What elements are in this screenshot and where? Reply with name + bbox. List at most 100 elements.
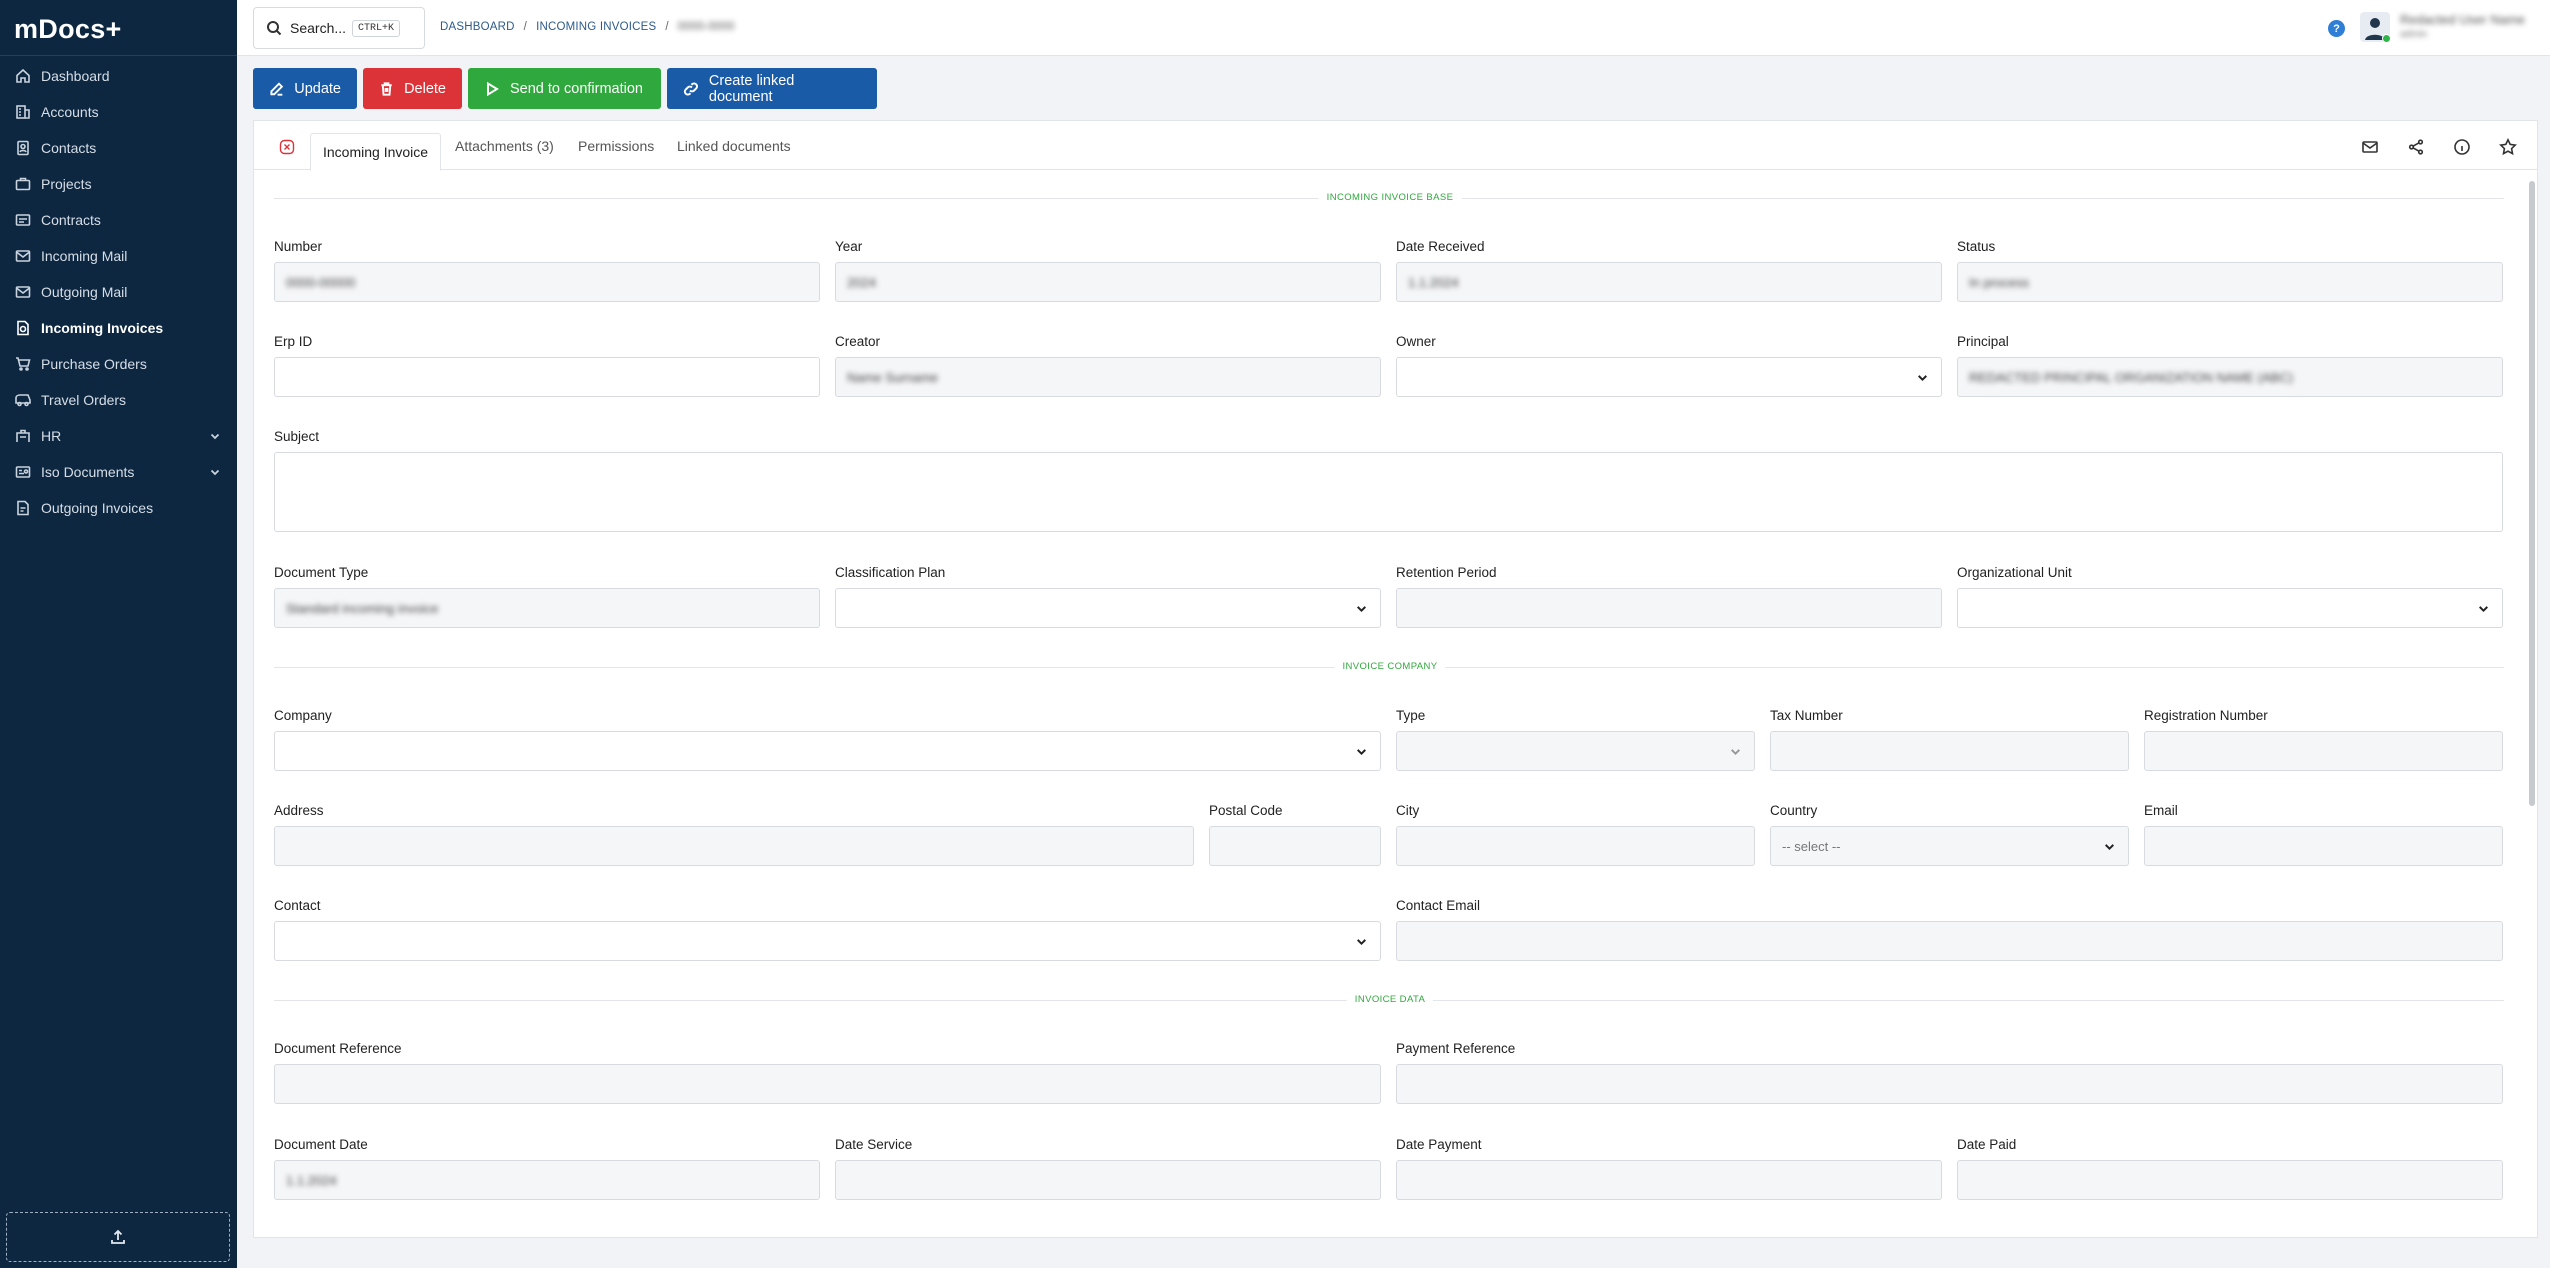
delete-button[interactable]: Delete: [363, 68, 462, 109]
owner-field: Owner: [1396, 334, 1942, 397]
company-field: Company: [274, 708, 1381, 771]
email-field: Email: [2144, 803, 2503, 866]
breadcrumb: DASHBOARD / INCOMING INVOICES / 0000-000…: [440, 21, 735, 33]
retention-period-field: Retention Period: [1396, 565, 1942, 628]
sidebar-item-accounts[interactable]: Accounts: [0, 94, 237, 130]
sidebar-item-incoming-invoices[interactable]: Incoming Invoices: [0, 310, 237, 346]
year-field: Year 2024: [835, 239, 1381, 302]
sidebar-item-contacts[interactable]: Contacts: [0, 130, 237, 166]
country-label: Country: [1770, 803, 1818, 818]
document-reference-input: [274, 1064, 1381, 1104]
principal-field: Principal REDACTED PRINCIPAL ORGANIZATIO…: [1957, 334, 2503, 397]
delete-label: Delete: [404, 80, 446, 97]
chevron-down-icon: [1729, 745, 1742, 758]
sidebar-item-dashboard[interactable]: Dashboard: [0, 58, 237, 94]
upload-icon: [111, 1229, 125, 1244]
mail-out-icon: [14, 283, 32, 301]
date-paid-field: Date Paid: [1957, 1137, 2503, 1200]
create-linked-document-button[interactable]: Create linked document: [667, 68, 877, 109]
section-title-data: INVOICE DATA: [1346, 994, 1434, 1005]
sidebar-item-hr[interactable]: HR: [0, 418, 237, 454]
sidebar-item-travel-orders[interactable]: Travel Orders: [0, 382, 237, 418]
sidebar-item-label: Purchase Orders: [41, 356, 147, 372]
sidebar-item-projects[interactable]: Projects: [0, 166, 237, 202]
star-icon[interactable]: [2499, 138, 2517, 156]
tax-number-field: Tax Number: [1770, 708, 2129, 771]
user-menu[interactable]: Redacted User Name admin: [2360, 12, 2525, 43]
update-button[interactable]: Update: [253, 68, 357, 109]
org-unit-select[interactable]: [1957, 588, 2503, 628]
online-status-dot: [2382, 34, 2391, 43]
chevron-down-icon[interactable]: [209, 429, 221, 441]
sidebar-item-outgoing-invoices[interactable]: Outgoing Invoices: [0, 490, 237, 526]
company-select[interactable]: [274, 731, 1381, 771]
info-icon[interactable]: [2453, 138, 2471, 156]
topbar: Search... CTRL+K DASHBOARD / INCOMING IN…: [237, 0, 2550, 56]
number-label: Number: [274, 239, 323, 254]
chevron-down-icon[interactable]: [209, 465, 221, 477]
address-input: [274, 826, 1194, 866]
year-input: 2024: [835, 262, 1381, 302]
scrollbar[interactable]: [2529, 181, 2535, 806]
help-icon[interactable]: ?: [2328, 20, 2345, 37]
owner-select[interactable]: [1396, 357, 1942, 397]
document-date-input: 1.1.2024: [274, 1160, 820, 1200]
close-icon[interactable]: [279, 139, 295, 155]
postal-code-label: Postal Code: [1209, 803, 1283, 818]
email-label: Email: [2144, 803, 2178, 818]
principal-value: REDACTED PRINCIPAL ORGANIZATION NAME (AB…: [1969, 369, 2294, 385]
sidebar-nav: Dashboard Accounts Contacts Projects Con…: [0, 58, 237, 526]
send-to-confirmation-button[interactable]: Send to confirmation: [468, 68, 661, 109]
cart-icon: [14, 355, 32, 373]
contact-email-input: [1396, 921, 2503, 961]
creator-input: Name Surname: [835, 357, 1381, 397]
search-placeholder: Search...: [290, 20, 347, 36]
postal-code-field: Postal Code: [1209, 803, 1381, 866]
breadcrumb-dashboard[interactable]: DASHBOARD: [440, 21, 515, 33]
chevron-down-icon: [2477, 602, 2490, 615]
date-payment-input: [1396, 1160, 1942, 1200]
trash-icon: [381, 81, 392, 96]
erp-id-field: Erp ID: [274, 334, 820, 397]
tab-tools: [2361, 138, 2517, 156]
mail-icon[interactable]: [2361, 138, 2379, 156]
erp-id-input[interactable]: [274, 357, 820, 397]
sidebar-item-label: HR: [41, 428, 62, 444]
contact-label: Contact: [274, 898, 321, 913]
email-input: [2144, 826, 2503, 866]
tab-attachments[interactable]: Attachments (3): [455, 121, 554, 170]
number-input: 0000-00000: [274, 262, 820, 302]
number-field: Number 0000-00000: [274, 239, 820, 302]
sidebar-item-iso-documents[interactable]: Iso Documents: [0, 454, 237, 490]
share-icon[interactable]: [2407, 138, 2425, 156]
chevron-down-icon: [2103, 840, 2116, 853]
sidebar-item-incoming-mail[interactable]: Incoming Mail: [0, 238, 237, 274]
tab-bar: Incoming Invoice Attachments (3) Permiss…: [254, 121, 2537, 171]
country-select[interactable]: -- select --: [1770, 826, 2129, 866]
classification-plan-select[interactable]: [835, 588, 1381, 628]
app-logo[interactable]: mDocs+: [0, 0, 237, 56]
play-icon: [487, 81, 499, 96]
status-value: In process: [1969, 274, 2029, 290]
tab-linked-documents[interactable]: Linked documents: [677, 121, 791, 170]
hr-icon: [14, 427, 32, 445]
user-role: admin: [2400, 29, 2428, 40]
tab-incoming-invoice[interactable]: Incoming Invoice: [310, 133, 442, 171]
sidebar-item-outgoing-mail[interactable]: Outgoing Mail: [0, 274, 237, 310]
upload-dropzone[interactable]: [6, 1212, 230, 1262]
classification-plan-field: Classification Plan: [835, 565, 1381, 628]
date-paid-input: [1957, 1160, 2503, 1200]
tab-permissions[interactable]: Permissions: [578, 121, 654, 170]
payment-reference-field: Payment Reference: [1396, 1041, 2503, 1104]
sidebar-item-contracts[interactable]: Contracts: [0, 202, 237, 238]
search-input[interactable]: Search... CTRL+K: [253, 7, 425, 49]
status-label: Status: [1957, 239, 1996, 254]
link-label: Create linked document: [708, 72, 795, 105]
sidebar-item-purchase-orders[interactable]: Purchase Orders: [0, 346, 237, 382]
country-field: Country -- select --: [1770, 803, 2129, 866]
subject-textarea[interactable]: [274, 452, 2503, 532]
breadcrumb-incoming-invoices[interactable]: INCOMING INVOICES: [536, 21, 656, 33]
date-paid-label: Date Paid: [1957, 1137, 2017, 1152]
contact-select[interactable]: [274, 921, 1381, 961]
sidebar-item-label: Iso Documents: [41, 464, 135, 480]
